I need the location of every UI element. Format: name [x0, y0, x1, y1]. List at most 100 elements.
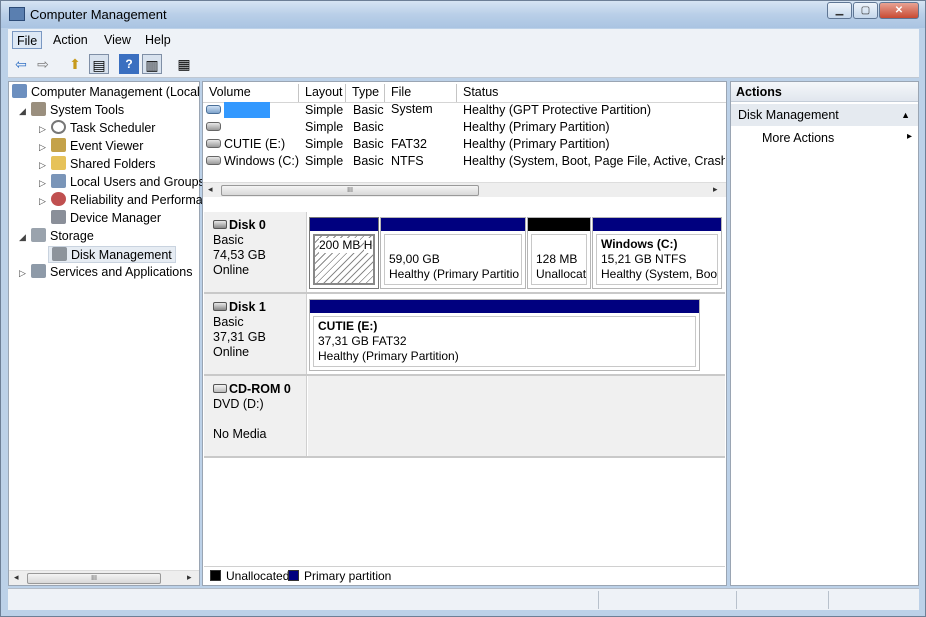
cdrom-empty-area	[308, 376, 725, 456]
actions-section-disk-management[interactable]: Disk Management ▲	[731, 104, 918, 126]
cell-layout: Simple	[305, 103, 344, 117]
maximize-button[interactable]: ▢	[853, 2, 878, 19]
help-icon[interactable]: ?	[119, 54, 139, 74]
submenu-arrow-icon[interactable]: ▸	[907, 131, 912, 142]
disk-size: 37,31 GB	[213, 330, 266, 344]
partition-title: CUTIE (E:)	[318, 319, 378, 333]
minimize-button[interactable]: ▁	[827, 2, 852, 19]
tree-item-system-tools[interactable]: System Tools	[31, 102, 124, 119]
disk-0-label[interactable]: Disk 0 Basic 74,53 GB Online	[204, 212, 307, 292]
tree-item-task-scheduler[interactable]: Task Scheduler	[51, 120, 155, 137]
partition-info: 128 MB Unallocat	[531, 234, 587, 285]
partition-block[interactable]: Windows (C:) 15,21 GB NTFS Healthy (Syst…	[592, 217, 722, 289]
tree-item-label: Computer Management (Local	[31, 85, 200, 99]
back-icon[interactable]: ⇦	[11, 54, 31, 74]
partition-status: Healthy (System, Boot	[601, 267, 718, 281]
tree-item-label: Shared Folders	[70, 157, 156, 171]
partition-block[interactable]: 128 MB Unallocat	[527, 217, 591, 289]
expand-icon[interactable]: ▷	[39, 160, 46, 171]
menu-view[interactable]: View	[100, 31, 135, 49]
disk-status: Online	[213, 263, 250, 277]
disk-size	[213, 412, 306, 427]
partition-size: 59,00 GB	[389, 252, 440, 266]
computer-icon	[12, 84, 27, 98]
column-header-layout[interactable]: Layout	[299, 84, 346, 102]
partition-block[interactable]: 200 MB Healthy (G	[309, 217, 379, 289]
partition-bar	[381, 218, 525, 231]
forward-icon[interactable]: ⇨	[33, 54, 53, 74]
tree-item-label: Services and Applications	[50, 265, 193, 279]
scroll-left-icon[interactable]: ◂	[208, 184, 213, 195]
status-divider	[828, 591, 829, 609]
properties-icon[interactable]: ▦	[174, 54, 194, 74]
partition-info: Windows (C:) 15,21 GB NTFS Healthy (Syst…	[596, 234, 718, 285]
scroll-thumb[interactable]: III	[221, 185, 479, 196]
collapse-up-icon[interactable]: ▲	[901, 104, 910, 126]
up-folder-icon[interactable]: ⬆	[65, 54, 85, 74]
cdrom-0-label[interactable]: CD-ROM 0 DVD (D:) No Media	[204, 376, 307, 456]
cell-volume: Windows (C:)	[224, 154, 300, 168]
menu-help[interactable]: Help	[141, 31, 175, 49]
scroll-right-icon[interactable]: ▸	[713, 184, 718, 195]
scroll-left-icon[interactable]: ◂	[14, 572, 19, 583]
expand-icon[interactable]: ▷	[39, 178, 46, 189]
event-viewer-icon	[51, 138, 66, 152]
scroll-thumb[interactable]: III	[27, 573, 161, 584]
tree-horizontal-scrollbar[interactable]: ◂ III ▸	[9, 570, 199, 585]
more-actions-item[interactable]: More Actions	[762, 129, 834, 147]
tree-item-disk-management[interactable]: Disk Management	[48, 246, 176, 263]
tree-item-label: Event Viewer	[70, 139, 144, 153]
tree-item-shared-folders[interactable]: Shared Folders	[51, 156, 155, 173]
tree-item-storage[interactable]: Storage	[31, 228, 94, 245]
collapse-icon[interactable]: ◢	[19, 106, 26, 117]
partition-bar	[528, 218, 590, 231]
show-hide-tree-icon[interactable]: ▤	[89, 54, 109, 74]
tree-item-label: Device Manager	[70, 211, 162, 225]
expand-icon[interactable]: ▷	[39, 124, 46, 135]
expand-icon[interactable]: ▷	[19, 268, 26, 279]
legend: Unallocated Primary partition	[204, 566, 725, 585]
column-header-file-system[interactable]: File System	[385, 84, 457, 116]
disk-name: Disk 1	[229, 300, 266, 314]
column-header-status[interactable]: Status	[457, 84, 726, 102]
tools-icon	[31, 102, 46, 116]
tree-item-event-viewer[interactable]: Event Viewer	[51, 138, 143, 155]
partition-block[interactable]: 59,00 GB Healthy (Primary Partitio	[380, 217, 526, 289]
services-icon	[31, 264, 46, 278]
column-header-volume[interactable]: Volume	[203, 84, 299, 102]
partition-size: 128 MB	[536, 252, 578, 266]
cell-status: Healthy (Primary Partition)	[463, 120, 610, 134]
legend-label-primary: Primary partition	[304, 569, 392, 583]
scroll-right-icon[interactable]: ▸	[187, 572, 192, 583]
tree-item-services-apps[interactable]: Services and Applications	[31, 264, 192, 281]
volume-icon	[206, 122, 221, 131]
volume-icon	[206, 156, 221, 165]
cell-type: Basic	[353, 154, 384, 168]
column-header-type[interactable]: Type	[346, 84, 385, 102]
cell-file-system: NTFS	[391, 154, 424, 168]
expand-icon[interactable]: ▷	[39, 196, 46, 207]
tree-item-reliability[interactable]: Reliability and Performa	[51, 192, 203, 209]
tree-item-device-manager[interactable]: Device Manager	[51, 210, 161, 227]
partition-status: Healthy (G	[363, 238, 373, 253]
partition-block[interactable]: CUTIE (E:) 37,31 GB FAT32 Healthy (Prima…	[309, 299, 700, 371]
tree-item-label: Storage	[50, 229, 94, 243]
volume-icon	[206, 105, 221, 114]
tree-item-root[interactable]: Computer Management (Local	[12, 84, 200, 101]
status-bar	[8, 588, 919, 610]
cell-type: Basic	[353, 103, 384, 117]
show-hide-action-pane-icon[interactable]: ▥	[142, 54, 162, 74]
cell-layout: Simple	[305, 120, 344, 134]
disk-kind: Basic	[213, 233, 244, 247]
menu-file[interactable]: File	[12, 31, 43, 49]
title-bar[interactable]: Computer Management ▁ ▢ ✕	[1, 1, 925, 28]
tree-item-local-users[interactable]: Local Users and Groups	[51, 174, 205, 191]
partition-status: Healthy (Primary Partition)	[318, 349, 459, 363]
volume-list-horizontal-scrollbar[interactable]: ◂ III ▸	[203, 182, 726, 197]
disk-1-label[interactable]: Disk 1 Basic 37,31 GB Online	[204, 294, 307, 374]
expand-icon[interactable]: ▷	[39, 142, 46, 153]
collapse-icon[interactable]: ◢	[19, 232, 26, 243]
graphical-disk-view: Disk 0 Basic 74,53 GB Online 200 MB Heal…	[204, 208, 725, 566]
close-button[interactable]: ✕	[879, 2, 919, 19]
menu-action[interactable]: Action	[49, 31, 92, 49]
